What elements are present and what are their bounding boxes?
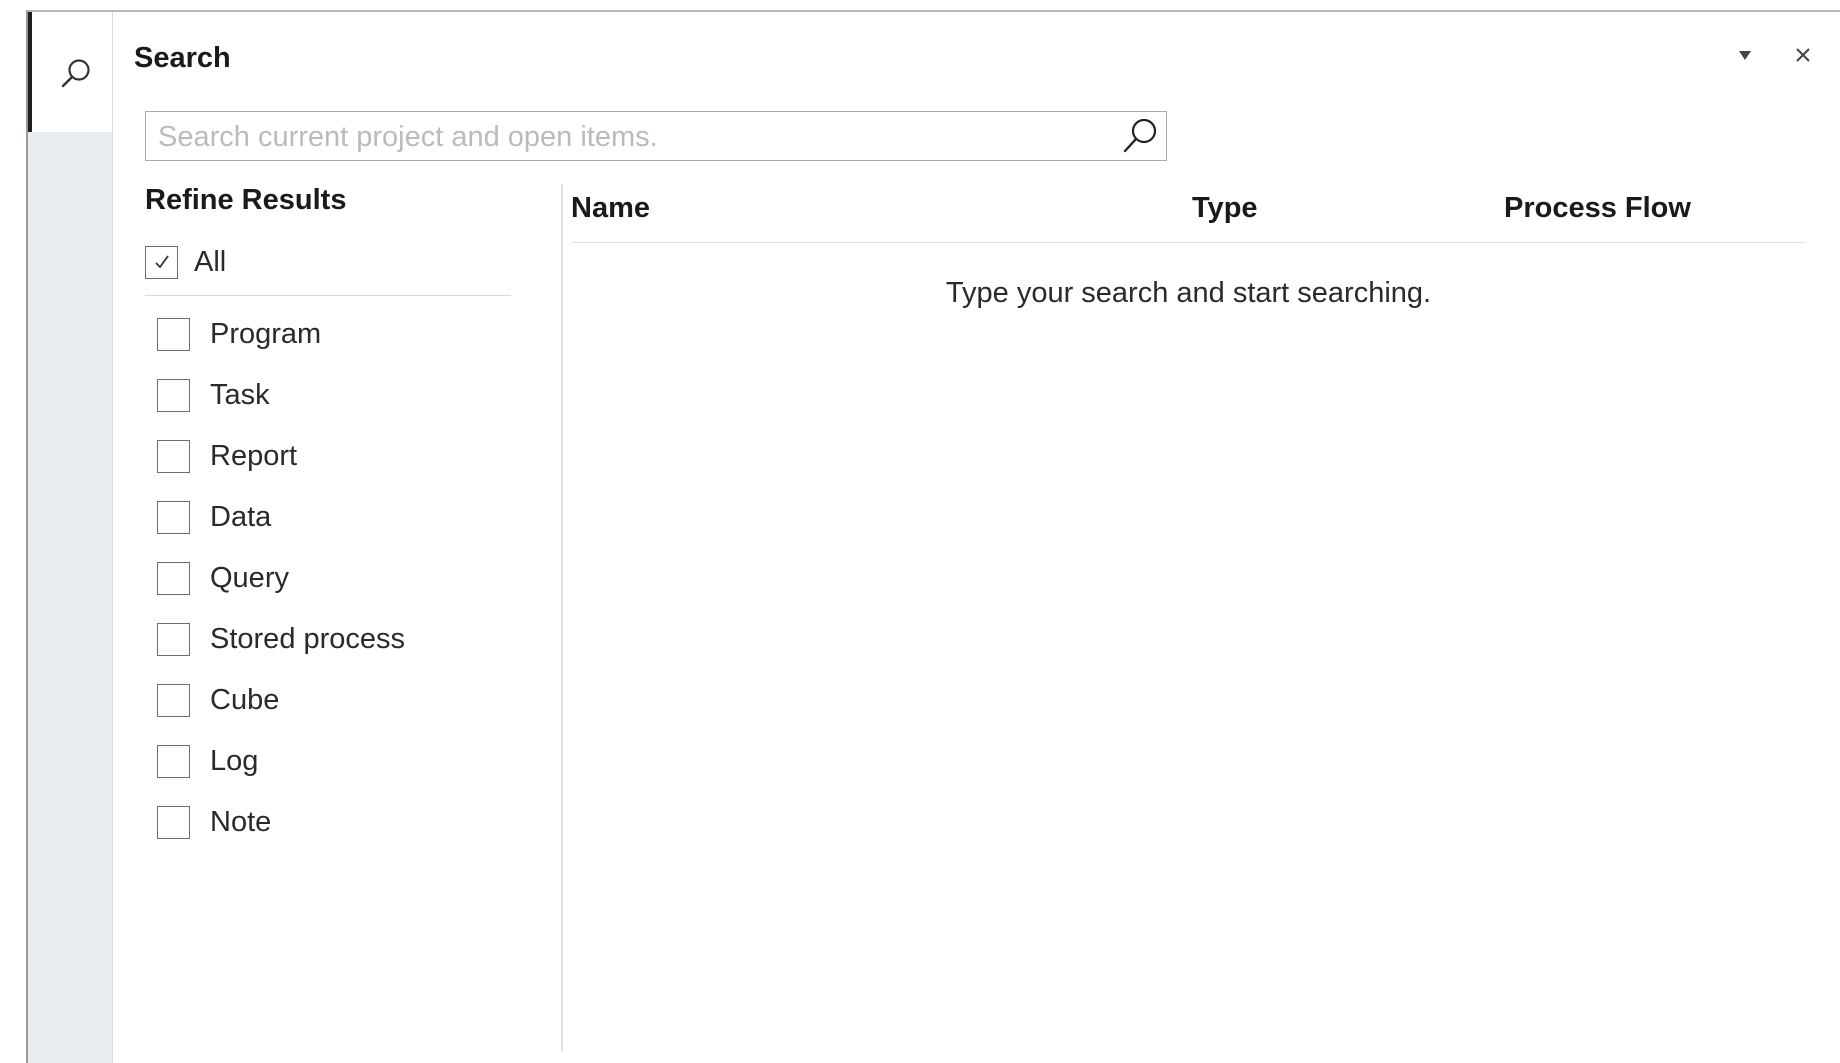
filter-note[interactable]: Note [145,792,545,853]
filter-label: Report [210,440,298,472]
search-icon [61,59,90,88]
side-tab-search[interactable] [28,12,112,132]
search-box [145,111,1167,161]
filter-task[interactable]: Task [145,365,545,426]
results-header: Name Type Process Flow [571,184,1806,243]
results-pane: Name Type Process Flow Type your search … [571,184,1806,310]
filter-label: Cube [210,684,280,716]
side-tab-strip [28,12,113,1063]
dropdown-triangle-icon [1739,51,1751,60]
filter-label: Data [210,501,272,533]
checkmark-icon [154,255,169,269]
refine-results: Refine Results All Program Task Report D… [145,184,545,853]
checkbox[interactable] [157,806,190,839]
filter-label: All [194,245,227,278]
filter-report[interactable]: Report [145,426,545,487]
panel-title: Search [134,42,231,74]
checkbox[interactable] [157,440,190,473]
checkbox[interactable] [145,245,178,279]
search-button[interactable] [1118,116,1162,156]
filter-data[interactable]: Data [145,487,545,548]
filter-query[interactable]: Query [145,548,545,609]
checkbox[interactable] [157,684,190,717]
filter-label: Query [210,562,289,594]
panel-splitter[interactable] [561,184,563,1052]
checkbox[interactable] [157,623,190,656]
checkbox[interactable] [157,562,190,595]
panel-menu-button[interactable] [1732,42,1758,68]
filter-all[interactable]: All [145,241,511,296]
column-header-process-flow[interactable]: Process Flow [1504,192,1691,225]
filter-label: Program [210,318,322,350]
search-panel: Search R [113,12,1840,1063]
column-header-type[interactable]: Type [1192,192,1258,225]
filter-cube[interactable]: Cube [145,670,545,731]
filter-label: Log [210,745,259,777]
filter-stored-process[interactable]: Stored process [145,609,545,670]
title-controls [1732,42,1816,68]
filter-label: Note [210,806,272,838]
filter-label: Stored process [210,623,406,655]
filter-log[interactable]: Log [145,731,545,792]
refine-results-title: Refine Results [145,184,347,216]
search-input[interactable] [156,116,1110,158]
search-window: Search R [26,10,1840,1063]
empty-results-message: Type your search and start searching. [945,277,1432,309]
close-icon [1796,48,1810,62]
checkbox[interactable] [157,501,190,534]
checkbox[interactable] [157,379,190,412]
checkbox[interactable] [157,745,190,778]
checkbox[interactable] [157,318,190,351]
filter-label: Task [210,379,270,411]
filter-program[interactable]: Program [145,304,545,365]
search-icon [1123,118,1157,153]
close-button[interactable] [1790,42,1816,68]
column-header-name[interactable]: Name [571,192,650,225]
